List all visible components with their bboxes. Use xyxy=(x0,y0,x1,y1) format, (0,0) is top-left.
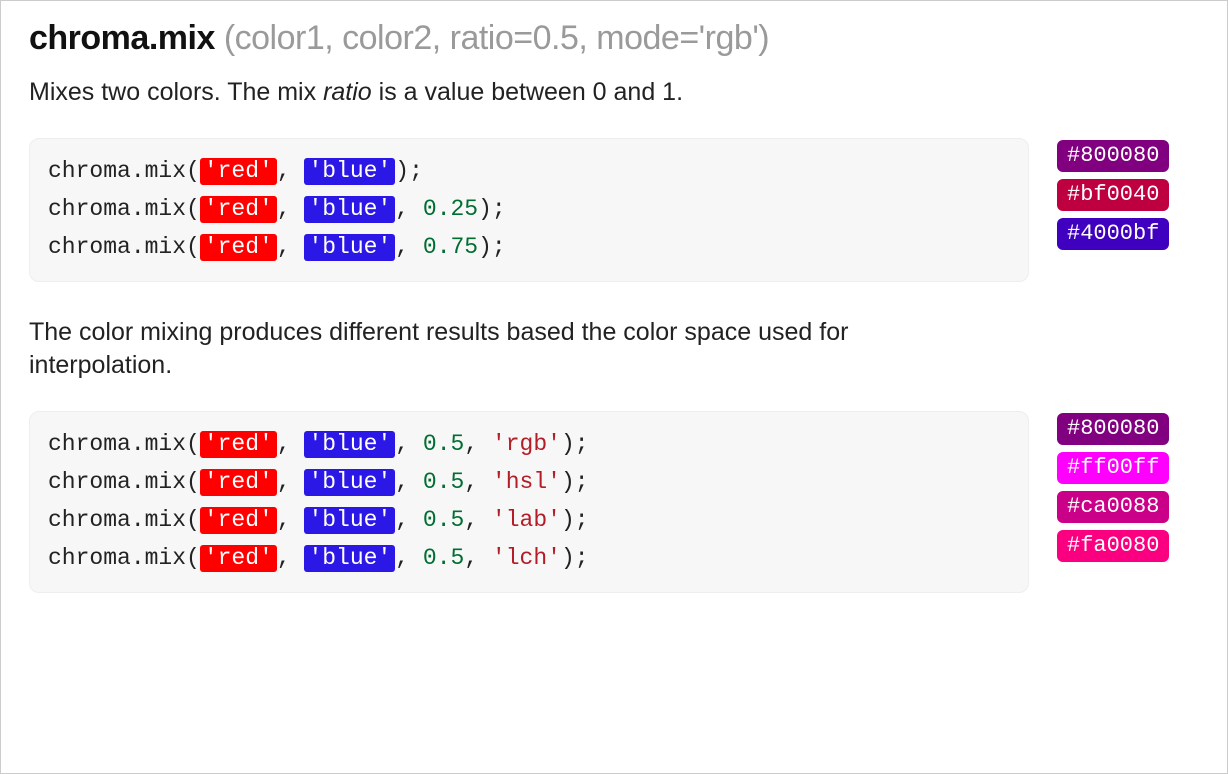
code-token: , xyxy=(395,431,423,457)
code-token: ); xyxy=(478,234,506,260)
code-token: 'blue' xyxy=(304,196,395,223)
code-token: ); xyxy=(395,158,423,184)
code-token: 'blue' xyxy=(304,158,395,185)
code-token: , xyxy=(464,469,492,495)
api-signature: (color1, color2, ratio=0.5, mode='rgb') xyxy=(224,19,769,57)
code-token: 'red' xyxy=(200,196,277,223)
description-1: Mixes two colors. The mix ratio is a val… xyxy=(29,76,929,110)
desc-text: Mixes two colors. The mix xyxy=(29,78,323,106)
code-token: 0.5 xyxy=(423,469,464,495)
code-token: 'blue' xyxy=(304,507,395,534)
code-token: 0.5 xyxy=(423,545,464,571)
code-token: 'red' xyxy=(200,469,277,496)
code-line: chroma.mix('red', 'blue', 0.25); xyxy=(48,191,1010,229)
code-token: 'hsl' xyxy=(492,469,561,495)
code-token: ); xyxy=(561,469,589,495)
code-token: ); xyxy=(478,196,506,222)
code-block: chroma.mix('red', 'blue');chroma.mix('re… xyxy=(29,138,1029,282)
code-token: 'red' xyxy=(200,507,277,534)
code-token: , xyxy=(395,469,423,495)
code-token: 'lab' xyxy=(492,507,561,533)
code-token: 'red' xyxy=(200,545,277,572)
color-swatch: #800080 xyxy=(1057,140,1169,172)
code-token: , xyxy=(277,158,305,184)
code-token: 0.25 xyxy=(423,196,478,222)
code-token: , xyxy=(395,507,423,533)
code-token: , xyxy=(277,431,305,457)
code-token: ); xyxy=(561,545,589,571)
code-token: , xyxy=(277,234,305,260)
code-token: 'blue' xyxy=(304,234,395,261)
description-2: The color mixing produces different resu… xyxy=(29,316,929,384)
code-line: chroma.mix('red', 'blue', 0.5, 'lab'); xyxy=(48,502,1010,540)
code-token: chroma.mix( xyxy=(48,507,200,533)
code-token: , xyxy=(464,431,492,457)
color-swatch: #ff00ff xyxy=(1057,452,1169,484)
code-token: , xyxy=(395,234,423,260)
code-line: chroma.mix('red', 'blue', 0.5, 'hsl'); xyxy=(48,464,1010,502)
code-token: 0.5 xyxy=(423,507,464,533)
code-line: chroma.mix('red', 'blue', 0.75); xyxy=(48,229,1010,267)
code-token: 0.5 xyxy=(423,431,464,457)
code-token: 0.75 xyxy=(423,234,478,260)
color-swatch: #bf0040 xyxy=(1057,179,1169,211)
code-token: 'blue' xyxy=(304,545,395,572)
color-swatch: #4000bf xyxy=(1057,218,1169,250)
doc-page: chroma.mix (color1, color2, ratio=0.5, m… xyxy=(0,0,1228,774)
api-name: chroma.mix xyxy=(29,19,215,57)
code-token: chroma.mix( xyxy=(48,469,200,495)
code-token: chroma.mix( xyxy=(48,431,200,457)
code-token: , xyxy=(464,507,492,533)
code-token: , xyxy=(277,545,305,571)
code-token: 'lch' xyxy=(492,545,561,571)
code-token: 'red' xyxy=(200,431,277,458)
code-token: ); xyxy=(561,507,589,533)
color-swatch: #ca0088 xyxy=(1057,491,1169,523)
desc-text: is a value between 0 and 1. xyxy=(372,78,683,106)
color-swatch: #800080 xyxy=(1057,413,1169,445)
code-token: 'red' xyxy=(200,234,277,261)
code-token: chroma.mix( xyxy=(48,545,200,571)
desc-em-ratio: ratio xyxy=(323,78,372,106)
code-token: , xyxy=(277,469,305,495)
code-token: ); xyxy=(561,431,589,457)
code-token: , xyxy=(395,196,423,222)
code-token: , xyxy=(277,196,305,222)
code-token: , xyxy=(464,545,492,571)
result-swatches: #800080 #bf0040 #4000bf xyxy=(1057,138,1169,250)
color-swatch: #fa0080 xyxy=(1057,530,1169,562)
code-line: chroma.mix('red', 'blue'); xyxy=(48,153,1010,191)
api-heading: chroma.mix (color1, color2, ratio=0.5, m… xyxy=(29,19,1199,58)
code-token: chroma.mix( xyxy=(48,234,200,260)
code-token: chroma.mix( xyxy=(48,196,200,222)
example-1: chroma.mix('red', 'blue');chroma.mix('re… xyxy=(29,138,1199,282)
result-swatches: #800080 #ff00ff #ca0088 #fa0080 xyxy=(1057,411,1169,562)
code-token: 'red' xyxy=(200,158,277,185)
code-token: , xyxy=(277,507,305,533)
code-line: chroma.mix('red', 'blue', 0.5, 'lch'); xyxy=(48,540,1010,578)
code-token: 'blue' xyxy=(304,431,395,458)
code-token: , xyxy=(395,545,423,571)
code-line: chroma.mix('red', 'blue', 0.5, 'rgb'); xyxy=(48,426,1010,464)
code-block: chroma.mix('red', 'blue', 0.5, 'rgb');ch… xyxy=(29,411,1029,593)
example-2: chroma.mix('red', 'blue', 0.5, 'rgb');ch… xyxy=(29,411,1199,593)
code-token: 'blue' xyxy=(304,469,395,496)
code-token: chroma.mix( xyxy=(48,158,200,184)
code-token: 'rgb' xyxy=(492,431,561,457)
